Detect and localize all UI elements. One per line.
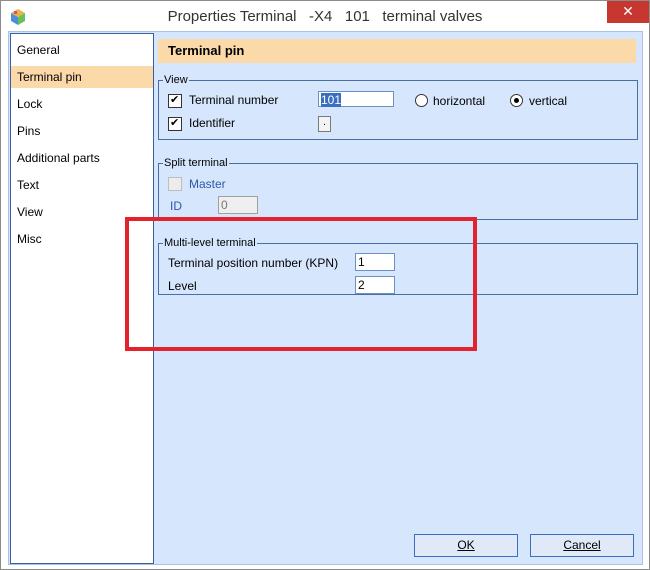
nav-item-general[interactable]: General bbox=[11, 39, 153, 61]
terminal-number-checkbox[interactable] bbox=[168, 93, 182, 108]
nav-item-label: Additional parts bbox=[17, 151, 100, 165]
page-title: Terminal pin bbox=[158, 39, 636, 63]
cancel-button-label: Cancel bbox=[563, 538, 601, 552]
nav-item-label: Lock bbox=[17, 97, 43, 111]
split-terminal-legend: Split terminal bbox=[164, 157, 228, 169]
title-bar: Properties Terminal -X4 101 terminal val… bbox=[1, 1, 649, 31]
identifier-label: Identifier bbox=[189, 116, 236, 130]
nav-item-terminal-pin[interactable]: Terminal pin bbox=[11, 66, 153, 88]
cancel-button[interactable]: Cancel bbox=[530, 534, 634, 557]
horizontal-label: horizontal bbox=[433, 94, 486, 108]
nav-item-label: View bbox=[17, 205, 43, 219]
kpn-input[interactable]: 1 bbox=[355, 253, 395, 271]
nav-item-label: Terminal pin bbox=[17, 70, 82, 84]
ok-button[interactable]: OK bbox=[414, 534, 518, 557]
nav-item-label: Text bbox=[17, 178, 40, 192]
multi-level-terminal-legend: Multi-level terminal bbox=[164, 237, 256, 249]
properties-panel: Terminal pin View Terminal number 101 ho… bbox=[158, 38, 638, 558]
terminal-number-input[interactable]: 101 bbox=[318, 91, 394, 107]
terminal-number-value: 101 bbox=[321, 93, 342, 107]
master-label: Master bbox=[189, 177, 226, 191]
identifier-picker-button[interactable]: . bbox=[318, 116, 331, 132]
level-label: Level bbox=[168, 279, 197, 293]
nav-item-lock[interactable]: Lock bbox=[11, 93, 153, 115]
view-group-legend: View bbox=[164, 74, 188, 86]
terminal-number-label: Terminal number bbox=[189, 93, 279, 107]
nav-item-pins[interactable]: Pins bbox=[11, 120, 153, 142]
ok-button-label: OK bbox=[457, 538, 475, 552]
level-input[interactable]: 2 bbox=[355, 276, 395, 294]
window-title: Properties Terminal -X4 101 terminal val… bbox=[167, 8, 483, 25]
nav-item-label: Misc bbox=[17, 232, 42, 246]
nav-item-label: General bbox=[17, 43, 60, 57]
id-label: ID bbox=[170, 199, 182, 213]
nav-item-additional-parts[interactable]: Additional parts bbox=[11, 147, 153, 169]
nav-item-view[interactable]: View bbox=[11, 201, 153, 223]
master-checkbox[interactable] bbox=[168, 177, 182, 191]
nav-item-label: Pins bbox=[17, 124, 41, 138]
identifier-checkbox[interactable] bbox=[168, 116, 182, 131]
vertical-label: vertical bbox=[529, 94, 568, 108]
close-button[interactable]: ✕ bbox=[607, 1, 649, 23]
id-input[interactable]: 0 bbox=[218, 196, 258, 214]
vertical-radio[interactable] bbox=[510, 94, 523, 107]
horizontal-radio[interactable] bbox=[415, 94, 428, 107]
category-list: General Terminal pin Lock Pins Additiona… bbox=[10, 33, 154, 564]
nav-item-text[interactable]: Text bbox=[11, 174, 153, 196]
nav-item-misc[interactable]: Misc bbox=[11, 228, 153, 250]
dialog-client: General Terminal pin Lock Pins Additiona… bbox=[8, 31, 643, 565]
kpn-label: Terminal position number (KPN) bbox=[168, 256, 339, 270]
close-icon: ✕ bbox=[622, 3, 634, 19]
properties-window: Properties Terminal -X4 101 terminal val… bbox=[0, 0, 650, 570]
